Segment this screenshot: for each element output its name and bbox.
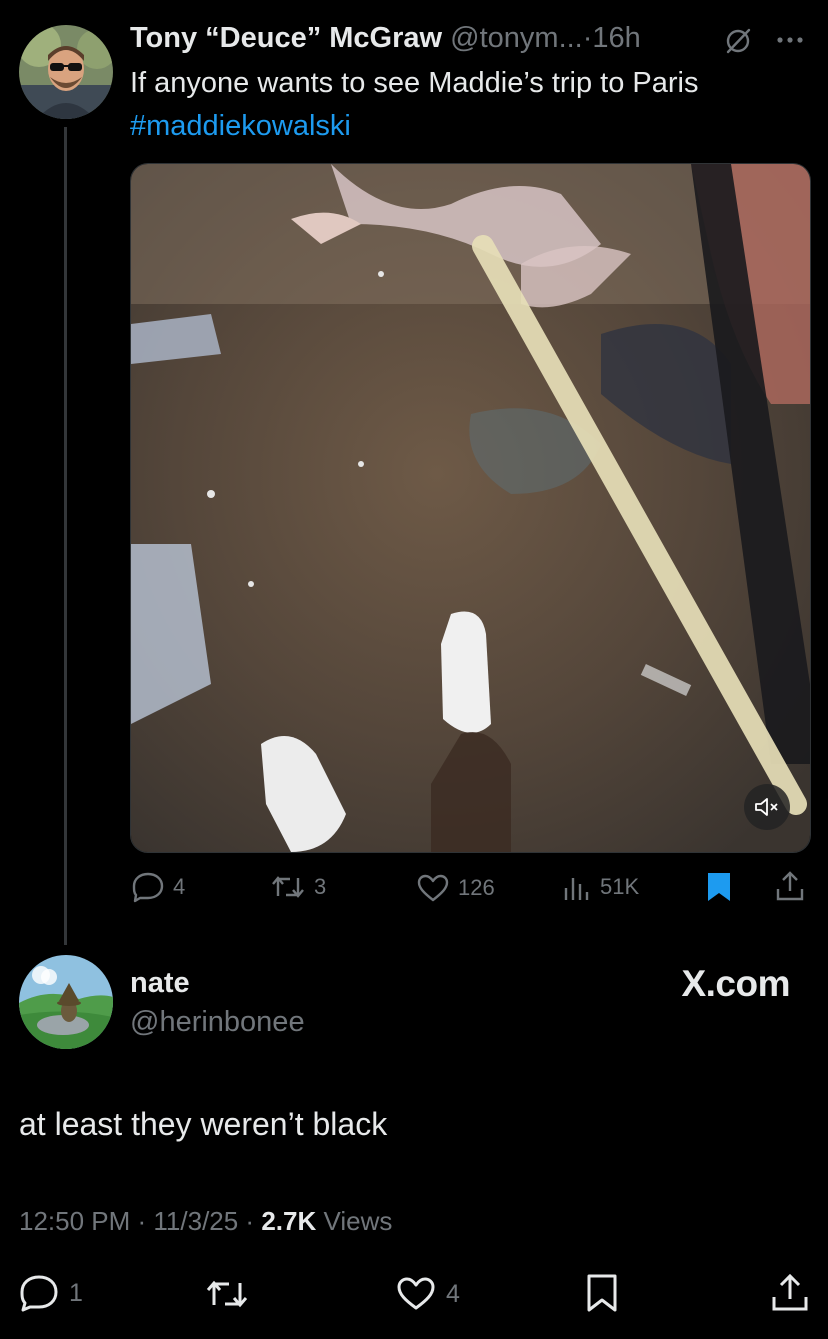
reply-button[interactable]: 4: [131, 871, 185, 903]
bookmark-filled-icon: [708, 873, 730, 901]
like-count: 126: [458, 875, 495, 900]
like-button[interactable]: 126: [416, 873, 495, 903]
author-handle[interactable]: @tonym...: [450, 22, 583, 54]
thread-connector-line: [64, 127, 67, 945]
tweet-header: Tony “Deuce” McGraw @tonym...·16h: [130, 22, 641, 55]
reply-icon: [20, 1275, 58, 1312]
reply-timestamp[interactable]: 12:50 PM · 11/3/25 ·: [19, 1206, 261, 1236]
reply-count: 4: [173, 874, 186, 899]
reply-author-name[interactable]: nate: [130, 967, 190, 1000]
reply-views-count: 2.7K: [261, 1206, 317, 1236]
x-com-watermark: X.com: [681, 963, 790, 1004]
more-options-icon[interactable]: [773, 28, 807, 52]
reply-text: at least they weren’t black: [19, 1106, 388, 1142]
reply-author-handle[interactable]: @herinbonee: [130, 1006, 305, 1039]
reply-bookmark-button[interactable]: [586, 1273, 618, 1318]
repost-count: 3: [314, 874, 327, 899]
analytics-icon: [564, 878, 589, 900]
views-count: 51K: [600, 874, 640, 899]
tweet-text: If anyone wants to see Maddie’s trip to …: [130, 67, 699, 99]
reply-like-button[interactable]: 4: [396, 1276, 460, 1312]
grok-icon[interactable]: [723, 26, 753, 56]
reply-views-label: Views: [316, 1206, 393, 1236]
reply-author-avatar[interactable]: [19, 955, 113, 1049]
speaker-muted-icon: [755, 798, 778, 816]
tweet-video[interactable]: [130, 163, 811, 853]
repost-icon: [272, 876, 304, 898]
repost-button[interactable]: 3: [270, 872, 326, 902]
heart-icon: [397, 1277, 435, 1310]
reply-reply-count: 1: [69, 1278, 83, 1307]
heart-icon: [417, 874, 449, 902]
share-icon: [776, 871, 804, 901]
reply-repost-button[interactable]: [205, 1276, 249, 1312]
bookmark-icon: [587, 1274, 617, 1312]
mute-toggle-button[interactable]: [744, 784, 790, 830]
share-button[interactable]: [775, 870, 805, 907]
reply-icon: [132, 872, 164, 903]
original-tweet-avatar[interactable]: [19, 25, 113, 119]
reply-share-button[interactable]: [771, 1273, 809, 1318]
hashtag-link[interactable]: #maddiekowalski: [130, 108, 351, 144]
views-button[interactable]: 51K: [562, 872, 639, 902]
video-frame: [131, 164, 810, 852]
header-separator: ·: [582, 22, 593, 54]
share-icon: [772, 1273, 808, 1311]
reply-reply-button[interactable]: 1: [19, 1274, 83, 1312]
author-name[interactable]: Tony “Deuce” McGraw: [130, 22, 442, 54]
tweet-time[interactable]: 16h: [592, 22, 640, 54]
repost-icon: [206, 1280, 248, 1308]
bookmark-button[interactable]: [706, 871, 732, 908]
reply-metadata: 12:50 PM · 11/3/25 · 2.7K Views: [19, 1206, 392, 1237]
reply-like-count: 4: [446, 1279, 460, 1308]
